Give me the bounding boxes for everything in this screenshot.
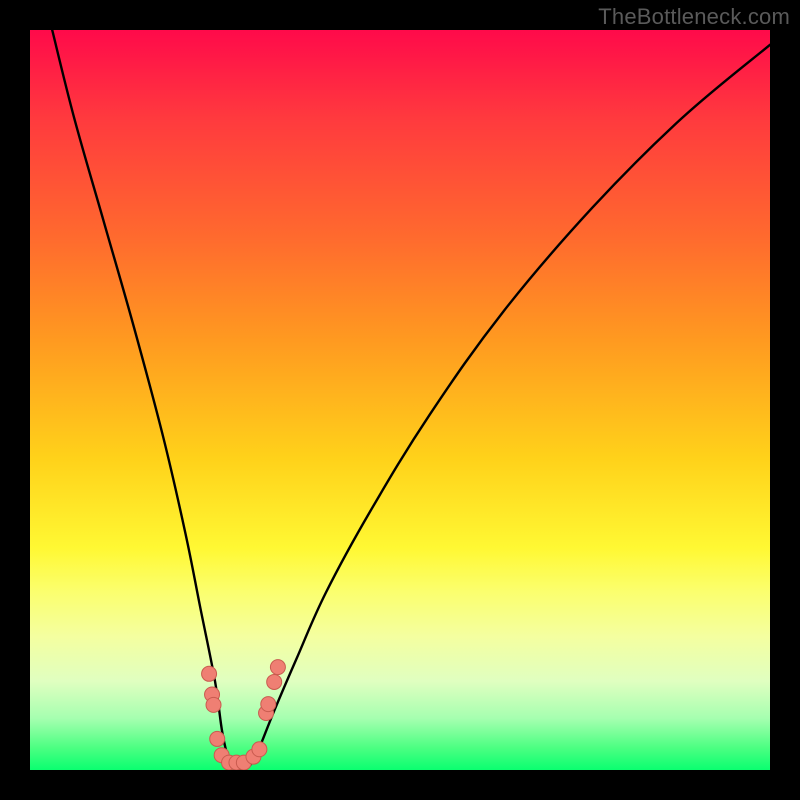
chart-frame: TheBottleneck.com — [0, 0, 800, 800]
data-marker — [206, 697, 221, 712]
data-marker — [267, 674, 282, 689]
bottleneck-curve — [52, 30, 770, 770]
curve-layer — [30, 30, 770, 770]
data-marker — [202, 666, 217, 681]
marker-group — [202, 660, 286, 770]
watermark-text: TheBottleneck.com — [598, 4, 790, 30]
data-marker — [261, 697, 276, 712]
data-marker — [210, 731, 225, 746]
plot-area — [30, 30, 770, 770]
data-marker — [252, 742, 267, 757]
data-marker — [270, 660, 285, 675]
